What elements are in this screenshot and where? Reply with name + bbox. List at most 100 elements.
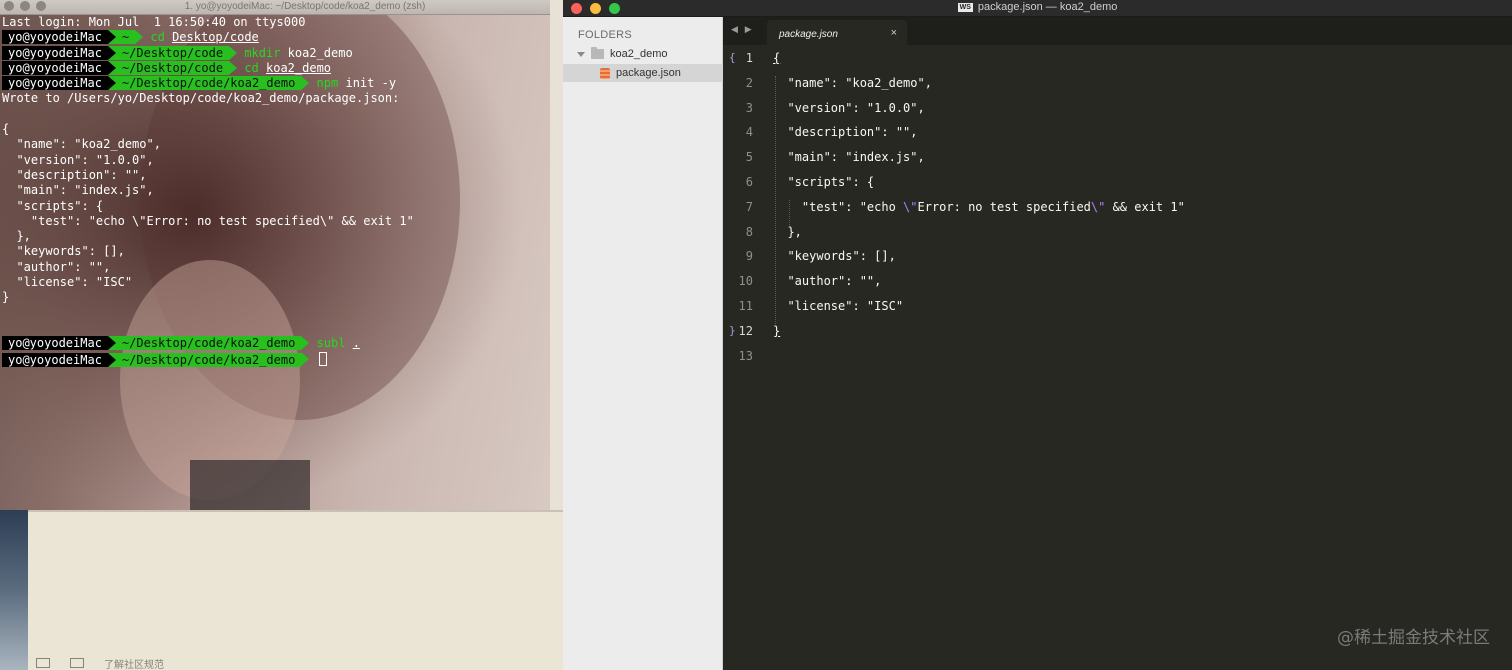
background-footer: 了解社区规范	[28, 656, 563, 670]
webstorm-file-icon: WS	[957, 3, 973, 12]
background-window-content	[28, 510, 563, 670]
code-token: \"	[1090, 199, 1106, 214]
output-line: "license": "ISC"	[2, 275, 133, 290]
prompt-path: ~/Desktop/code/koa2_demo	[107, 76, 302, 91]
prompt-user: yo@yoyodeiMac	[2, 336, 108, 351]
code-line: "keywords": [],	[773, 249, 896, 264]
sublime-titlebar[interactable]: WS package.json — koa2_demo	[563, 0, 1512, 17]
tab-nav-arrows-icon[interactable]: ◀ ▶	[731, 25, 754, 35]
community-rules-link[interactable]: 了解社区规范	[104, 656, 164, 670]
command: cd	[244, 60, 259, 75]
line-number: 2	[745, 75, 753, 90]
sidebar-folder-koa2_demo[interactable]: koa2_demo	[563, 45, 723, 63]
line-number: 4	[745, 125, 753, 140]
code-line: "license": "ISC"	[773, 299, 904, 313]
text-cursor	[318, 351, 327, 366]
line-number: 5	[745, 150, 753, 165]
command: npm	[316, 76, 339, 91]
line-number-gutter: 1 2 3 4 5 6 7 8 9 10 11 12 13{}	[723, 45, 765, 670]
command-arg: koa2_demo	[287, 45, 353, 60]
output-line: "version": "1.0.0",	[2, 152, 154, 167]
code-line: "test": "echo \"Error: no test specified…	[773, 200, 1185, 214]
terminal-titlebar[interactable]: 1. yo@yoyodeiMac: ~/Desktop/code/koa2_de…	[0, 0, 550, 15]
code-line: "name": "koa2_demo",	[773, 75, 932, 90]
output-line: "keywords": [],	[2, 244, 125, 259]
line-number: 3	[745, 100, 753, 115]
output-line: "author": "",	[2, 259, 111, 274]
line-number: 11	[738, 299, 753, 313]
code-token: && exit 1"	[1105, 199, 1185, 214]
picture-icon[interactable]	[70, 658, 84, 668]
output-line: "test": "echo \"Error: no test specified…	[2, 213, 414, 228]
command: cd	[150, 30, 165, 45]
output-line: "scripts": {	[2, 198, 104, 213]
code-token: "test": "echo	[773, 199, 904, 214]
indent-guide	[789, 199, 790, 225]
code-editor[interactable]: 1 2 3 4 5 6 7 8 9 10 11 12 13{} { "name": "koa2_demo…	[723, 45, 1512, 670]
line-number: 6	[745, 175, 753, 189]
sidebar-file-package-json[interactable]: package.json	[563, 64, 723, 82]
terminal-output[interactable]: Last login: Mon Jul 1 16:50:40 on ttys00…	[0, 15, 550, 510]
terminal-title: 1. yo@yoyodeiMac: ~/Desktop/code/koa2_de…	[184, 1, 426, 12]
code-line: "version": "1.0.0",	[773, 100, 925, 115]
sublime-window[interactable]: WS package.json — koa2_demo FOLDERS koa2_…	[563, 0, 1512, 670]
command: subl	[316, 336, 346, 351]
prompt-line: yo@yoyodeiMac ~ cd Desktop/code	[2, 30, 550, 45]
json-file-icon	[600, 67, 610, 79]
code-line: "author": "",	[773, 274, 882, 289]
output-line: }	[2, 290, 10, 305]
prompt-line: yo@yoyodeiMac ~/Desktop/code/koa2_demo np…	[2, 76, 550, 91]
prompt-user: yo@yoyodeiMac	[2, 30, 108, 45]
fold-marker-icon[interactable]: }	[729, 324, 736, 337]
prompt-line-active[interactable]: yo@yoyodeiMac ~/Desktop/code/koa2_demo	[2, 351, 550, 367]
output-line: "name": "koa2_demo",	[2, 137, 161, 152]
terminal-window[interactable]: 1. yo@yoyodeiMac: ~/Desktop/code/koa2_de…	[0, 0, 550, 510]
command-arg: koa2_demo	[266, 60, 332, 75]
code-line: "scripts": {	[773, 175, 875, 189]
command-arg: .	[352, 336, 360, 351]
prompt-line: yo@yoyodeiMac ~/Desktop/code cd koa2_demo	[2, 60, 550, 76]
indent-guide	[775, 75, 776, 324]
fold-marker-icon[interactable]: {	[729, 51, 736, 64]
last-login-line: Last login: Mon Jul 1 16:50:40 on ttys00…	[2, 15, 306, 29]
command: mkdir	[244, 45, 281, 60]
window-title: WS package.json — koa2_demo	[563, 1, 1512, 13]
file-label: package.json	[616, 67, 681, 79]
close-icon[interactable]: ×	[891, 27, 897, 39]
code-token: Error: no test specified	[917, 199, 1091, 214]
output-line: },	[2, 229, 31, 244]
code-line: "main": "index.js",	[773, 150, 925, 165]
tab-package-json[interactable]: package.json ×	[767, 20, 907, 45]
prompt-user: yo@yoyodeiMac	[2, 76, 108, 91]
line-number: 8	[745, 224, 753, 239]
prompt-user: yo@yoyodeiMac	[2, 60, 108, 75]
prompt-path: ~/Desktop/code	[107, 60, 230, 75]
code-line: {	[773, 51, 781, 65]
output-line: "main": "index.js",	[2, 183, 154, 198]
desktop: 了解社区规范 1. yo@yoyodeiMac: ~/Desktop/code/	[0, 0, 1512, 670]
prompt-path: ~/Desktop/code/koa2_demo	[107, 352, 302, 367]
background-window: 了解社区规范	[0, 510, 563, 670]
prompt-user: yo@yoyodeiMac	[2, 45, 108, 60]
code-line: "description": "",	[773, 125, 918, 140]
prompt-line: yo@yoyodeiMac ~/Desktop/code mkdir koa2_d…	[2, 45, 550, 61]
command-arg: init -y	[345, 76, 397, 91]
code-token: \"	[903, 199, 918, 214]
code-line: }	[773, 323, 781, 338]
tab-bar: ◀ ▶ package.json ×	[723, 17, 1512, 45]
image-icon[interactable]	[36, 658, 50, 668]
disclosure-triangle-icon[interactable]	[577, 51, 585, 57]
output-line: {	[2, 122, 10, 137]
code-area[interactable]: { "name": "koa2_demo", "version": "1.0.0…	[773, 45, 1512, 670]
prompt-path: ~/Desktop/code	[107, 45, 230, 60]
line-number: 12	[738, 323, 753, 338]
wrote-to-line: Wrote to /Users/yo/Desktop/code/koa2_dem…	[2, 91, 400, 106]
prompt-path: ~/Desktop/code/koa2_demo	[107, 336, 302, 351]
code-line: },	[773, 224, 802, 239]
line-number: 9	[745, 249, 753, 264]
prompt-path: ~	[107, 30, 136, 45]
line-number: 13	[738, 348, 753, 363]
window-title-text: package.json — koa2_demo	[977, 1, 1118, 13]
folder-label: koa2_demo	[610, 48, 668, 60]
command-arg: Desktop/code	[172, 30, 259, 45]
